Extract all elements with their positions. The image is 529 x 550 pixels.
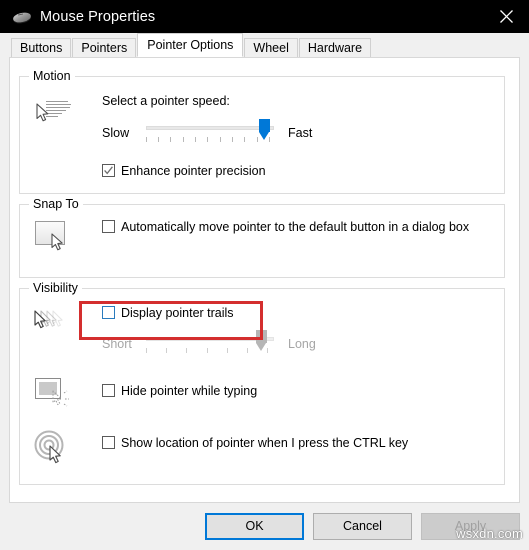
group-motion: Motion Select a pointer speed: Slow Fast… xyxy=(19,69,505,194)
hide-pointer-while-typing-label: Hide pointer while typing xyxy=(121,384,258,398)
trails-slider-max-label: Long xyxy=(288,337,316,351)
ctrl-locate-icon xyxy=(32,428,78,470)
default-button-cursor-icon xyxy=(32,217,78,259)
tab-hardware[interactable]: Hardware xyxy=(298,38,372,57)
mouse-properties-window: Mouse Properties Buttons Pointers Pointe… xyxy=(0,0,529,550)
group-motion-title: Motion xyxy=(29,69,75,83)
trails-slider-thumb xyxy=(256,330,267,351)
pointer-speed-prompt: Select a pointer speed: xyxy=(102,94,230,108)
cancel-button[interactable]: Cancel xyxy=(313,513,412,540)
pointer-trails-slider xyxy=(146,330,274,354)
cursor-speed-icon xyxy=(32,95,78,137)
snap-to-default-button-checkbox[interactable] xyxy=(102,220,115,233)
speed-slider-ticks xyxy=(146,137,274,142)
tab-strip: Buttons Pointers Pointer Options Wheel H… xyxy=(0,33,529,57)
group-visibility: Visibility Display pointer trails Short … xyxy=(19,281,505,485)
trails-slider-ticks xyxy=(146,348,274,353)
ok-button[interactable]: OK xyxy=(205,513,304,540)
group-snap-to: Snap To Automatically move pointer to th… xyxy=(19,197,505,278)
hide-pointer-while-typing-checkbox[interactable] xyxy=(102,384,115,397)
enhance-pointer-precision-checkbox[interactable] xyxy=(102,164,115,177)
display-pointer-trails-label: Display pointer trails xyxy=(121,306,234,320)
dialog-footer: OK Cancel Apply wsxdn.com xyxy=(0,503,529,550)
enhance-pointer-precision-row[interactable]: Enhance pointer precision xyxy=(102,163,266,179)
tab-pointers[interactable]: Pointers xyxy=(72,38,137,57)
pointer-trails-icon xyxy=(32,303,78,345)
group-visibility-title: Visibility xyxy=(29,281,82,295)
enhance-pointer-precision-label: Enhance pointer precision xyxy=(121,164,266,178)
tab-page-pointer-options: Motion Select a pointer speed: Slow Fast… xyxy=(9,57,520,503)
speed-slider-min-label: Slow xyxy=(102,126,130,140)
hide-pointer-while-typing-row[interactable]: Hide pointer while typing xyxy=(102,383,257,399)
display-pointer-trails-checkbox[interactable] xyxy=(102,306,115,319)
snap-to-default-button-row[interactable]: Automatically move pointer to the defaul… xyxy=(102,219,472,235)
pointer-speed-slider[interactable] xyxy=(146,119,274,143)
tab-buttons[interactable]: Buttons xyxy=(11,38,72,57)
window-title: Mouse Properties xyxy=(40,8,156,25)
speed-slider-max-label: Fast xyxy=(288,126,313,140)
show-pointer-location-checkbox[interactable] xyxy=(102,436,115,449)
display-pointer-trails-row[interactable]: Display pointer trails xyxy=(102,305,234,321)
close-icon[interactable] xyxy=(483,0,529,33)
snap-to-default-button-label: Automatically move pointer to the defaul… xyxy=(121,220,470,234)
speed-slider-track[interactable] xyxy=(146,126,274,130)
tab-wheel[interactable]: Wheel xyxy=(244,38,298,57)
trails-slider-track xyxy=(146,337,274,341)
show-pointer-location-row[interactable]: Show location of pointer when I press th… xyxy=(102,435,408,451)
group-snap-to-title: Snap To xyxy=(29,197,83,211)
show-pointer-location-label: Show location of pointer when I press th… xyxy=(121,436,409,450)
speed-slider-thumb[interactable] xyxy=(259,119,270,140)
title-bar: Mouse Properties xyxy=(0,0,529,33)
hide-pointer-icon xyxy=(32,376,78,418)
tab-pointer-options[interactable]: Pointer Options xyxy=(137,33,244,57)
watermark: wsxdn.com xyxy=(456,526,523,541)
mouse-icon xyxy=(11,9,33,25)
trails-slider-min-label: Short xyxy=(102,337,132,351)
